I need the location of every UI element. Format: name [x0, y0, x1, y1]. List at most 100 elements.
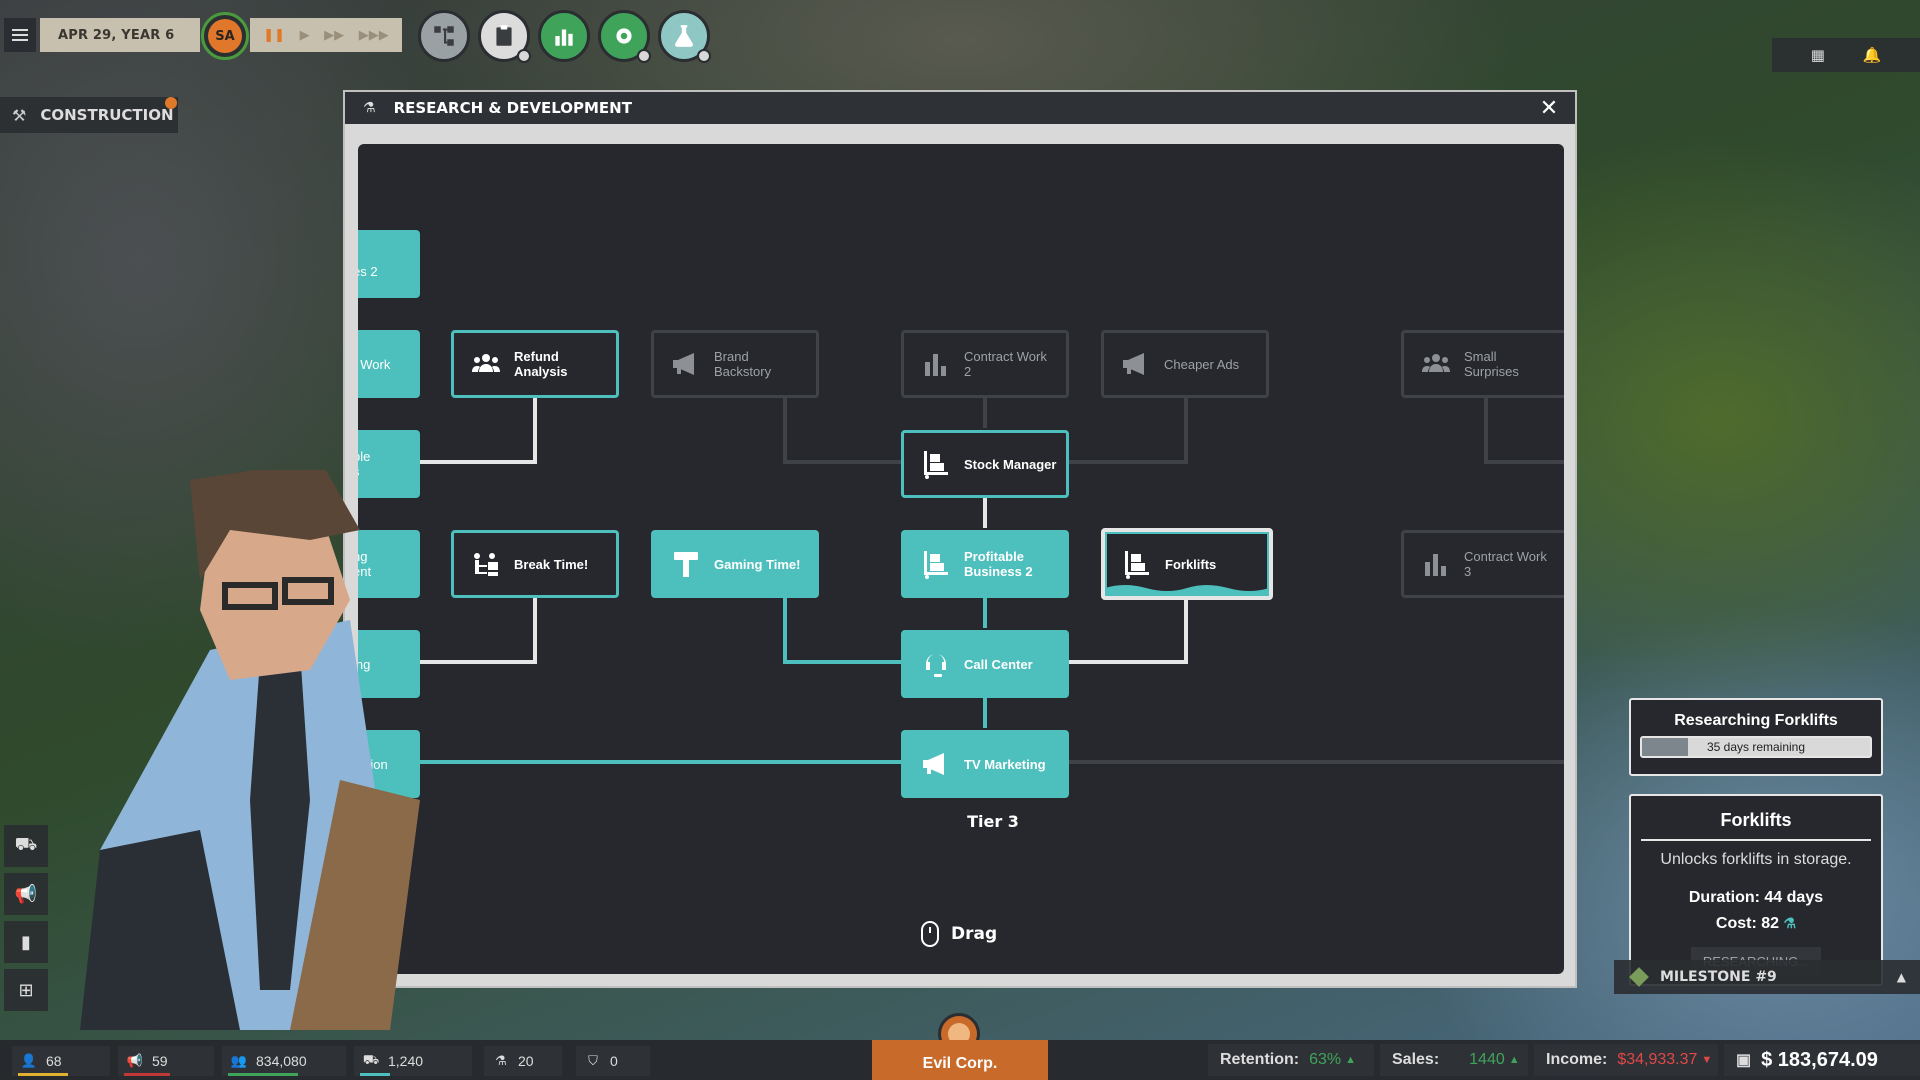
stat-customers[interactable]: 👥 834,080	[222, 1046, 346, 1076]
megaphone-icon	[668, 346, 704, 382]
org-chart-icon: ⊞	[18, 979, 34, 1001]
mouse-icon	[921, 921, 939, 947]
link-gaming-time	[783, 598, 901, 664]
hamburger-icon	[12, 34, 28, 36]
construction-notification-dot	[165, 97, 177, 109]
node-contract-work-2[interactable]: Contract Work 2	[901, 330, 1069, 398]
info-description: Unlocks forklifts in storage.	[1660, 851, 1852, 868]
milestone-bar[interactable]: MILESTONE #9 ▲	[1614, 960, 1920, 994]
settings-button[interactable]	[598, 10, 651, 63]
node-refund-analysis[interactable]: Refund Analysis	[451, 330, 619, 398]
bar-chart-icon	[1418, 546, 1454, 582]
bar-chart-icon	[918, 346, 954, 382]
clipboard-icon	[496, 25, 512, 46]
hand-truck-icon	[918, 546, 954, 582]
info-title: Forklifts	[1641, 796, 1871, 841]
hand-truck-side-button[interactable]: ⛟	[4, 825, 48, 867]
advisor-character	[80, 470, 420, 1030]
hammer-icon	[668, 546, 704, 582]
tech-tree-canvas[interactable]: r es 2 t Work ble s ng ent ing uction Re…	[358, 144, 1564, 974]
speed-controls: ❚❚ ▶ ▶▶ ▶▶▶	[250, 18, 402, 52]
stat-shields[interactable]: ⛉ 0	[576, 1046, 650, 1076]
research-button[interactable]	[658, 10, 711, 63]
inventory-button[interactable]	[478, 10, 531, 63]
flask-icon	[675, 25, 693, 47]
arrow-up-icon: ▲	[1345, 1054, 1357, 1066]
company-name-tab[interactable]: Evil Corp.	[872, 1040, 1048, 1080]
node-small-surprises[interactable]: Small Surprises	[1401, 330, 1564, 398]
chevron-up-icon[interactable]: ▲	[1897, 970, 1906, 984]
calendar-icon[interactable]: ▦	[1811, 46, 1825, 64]
pause-icon[interactable]: ❚❚	[263, 28, 285, 43]
hand-truck-icon	[1119, 546, 1155, 582]
node-call-center[interactable]: Call Center	[901, 630, 1069, 698]
stat-sales[interactable]: Sales: 1440 ▲	[1380, 1044, 1528, 1076]
megaphone-icon	[918, 746, 954, 782]
wallet-icon: ▣	[1736, 1052, 1752, 1069]
people-icon	[1418, 346, 1454, 382]
left-side-toolbar: ⛟ 📢 ▮ ⊞	[4, 825, 48, 1011]
hammer-icon: ⚒	[12, 105, 27, 125]
speed-indicator-badge[interactable]: SA	[201, 12, 249, 60]
stat-items[interactable]: ⛟ 1,240	[354, 1046, 472, 1076]
research-info-panel: Forklifts Unlocks forklifts in storage. …	[1629, 794, 1883, 986]
modal-title: RESEARCH & DEVELOPMENT	[393, 99, 632, 117]
bar-chart-icon: ▮	[21, 931, 31, 953]
stat-cash[interactable]: ▣ $ 183,674.09	[1724, 1044, 1920, 1076]
research-progress-title: Researching Forklifts	[1674, 712, 1838, 729]
info-cost: Cost: 82 ⚗	[1715, 915, 1797, 932]
people-icon: 👥	[230, 1053, 248, 1068]
menu-button[interactable]	[4, 18, 36, 52]
research-progress-bar: 35 days remaining	[1640, 736, 1872, 758]
research-remaining-text: 35 days remaining	[1706, 740, 1806, 754]
play-icon[interactable]: ▶	[300, 28, 310, 43]
tier-label: Tier 3	[967, 812, 1019, 831]
arrow-down-icon: ▼	[1701, 1054, 1713, 1066]
org-side-button[interactable]: ⊞	[4, 969, 48, 1011]
node-stock-manager[interactable]: Stock Manager	[901, 430, 1069, 498]
notification-dot	[637, 49, 651, 63]
fastest-forward-icon[interactable]: ▶▶▶	[359, 28, 389, 43]
node-gaming-time[interactable]: Gaming Time!	[651, 530, 819, 598]
bell-icon[interactable]: 🔔	[1863, 46, 1882, 64]
node-partial-1[interactable]: r es 2	[358, 230, 420, 298]
node-break-time[interactable]: Break Time!	[451, 530, 619, 598]
flask-icon: ⚗	[1783, 915, 1797, 931]
node-cheaper-ads[interactable]: Cheaper Ads	[1101, 330, 1269, 398]
stat-retention[interactable]: Retention: 63% ▲	[1208, 1044, 1374, 1076]
node-partial-2[interactable]: t Work	[358, 330, 420, 398]
link-small-surprises	[1484, 398, 1564, 464]
diamond-icon	[1629, 967, 1649, 987]
notification-dot	[697, 49, 711, 63]
headset-icon	[918, 646, 954, 682]
marketing-side-button[interactable]: 📢	[4, 873, 48, 915]
close-button[interactable]: ✕	[1535, 94, 1563, 122]
fast-forward-icon[interactable]: ▶▶	[324, 28, 344, 43]
stat-research-points[interactable]: ⚗ 20	[484, 1046, 562, 1076]
stat-marketing[interactable]: 📢 59	[118, 1046, 214, 1076]
hand-truck-icon	[918, 446, 954, 482]
top-right-toolbar: ▦ 🔔	[1772, 38, 1920, 72]
node-contract-work-3[interactable]: Contract Work 3	[1401, 530, 1564, 598]
link-refund-analysis	[418, 398, 537, 464]
node-profitable-business-2[interactable]: Profitable Business 2	[901, 530, 1069, 598]
bar-chart-icon	[555, 29, 573, 46]
stats-side-button[interactable]: ▮	[4, 921, 48, 963]
node-brand-backstory[interactable]: Brand Backstory	[651, 330, 819, 398]
node-tv-marketing[interactable]: TV Marketing	[901, 730, 1069, 798]
notification-dot	[517, 49, 531, 63]
construction-tab[interactable]: ⚒ CONSTRUCTION	[0, 97, 178, 133]
shield-icon: ⛉	[588, 1053, 598, 1068]
stat-income[interactable]: Income: $34,933.37 ▼	[1534, 1044, 1718, 1076]
node-forklifts[interactable]: Forklifts	[1101, 528, 1273, 600]
gear-icon	[616, 28, 632, 44]
flask-icon: ⚗	[495, 1053, 507, 1068]
link-cheaper-ads	[1068, 398, 1188, 464]
org-chart-button[interactable]	[418, 10, 470, 62]
modal-header: ⚗ RESEARCH & DEVELOPMENT	[345, 92, 1575, 124]
stats-button[interactable]	[538, 10, 590, 62]
arrow-up-icon: ▲	[1508, 1054, 1520, 1066]
stat-employees[interactable]: 👤 68	[12, 1046, 110, 1076]
hand-truck-icon: ⛟	[14, 834, 38, 855]
org-chart-icon	[468, 546, 504, 582]
